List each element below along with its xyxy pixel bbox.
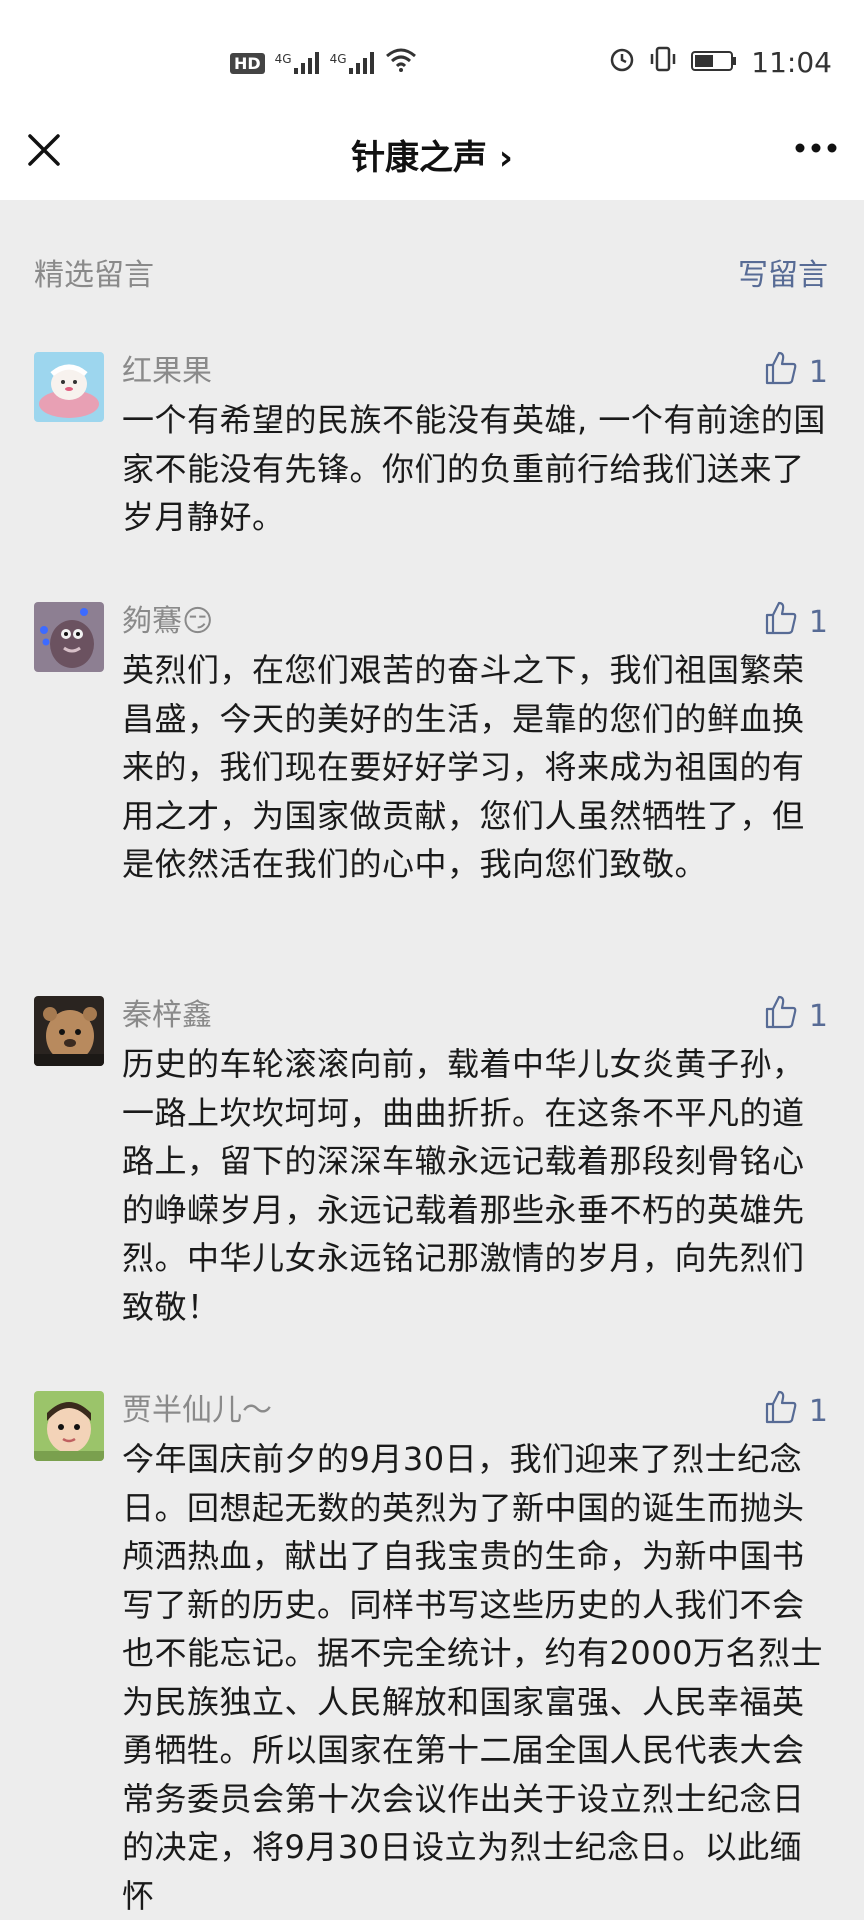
comment-item: 红果果 1 一个有希望的民族不能没有英雄, 一个有前途的国家不能没有先锋。你们的… — [0, 351, 864, 552]
thumbs-up-icon — [765, 351, 797, 393]
thumbs-up-icon — [765, 995, 797, 1037]
comment-author: 秦梓鑫 — [122, 998, 212, 1033]
comment-text: 历史的车轮滚滚向前，载着中华儿女炎黄子孙，一路上坎坎坷坷，曲曲折折。在这条不平凡… — [122, 1045, 805, 1326]
sim1-label: 4G — [274, 52, 292, 66]
write-comment-button[interactable]: 写留言 — [738, 250, 828, 294]
hd-badge: HD — [230, 52, 265, 74]
avatar[interactable] — [34, 996, 104, 1066]
comment-item: 贾半仙儿～ 1 今年国庆前夕的9月30日，我们迎来了烈士纪念日。回想起无数的英烈… — [0, 1390, 864, 1920]
featured-comments-label: 精选留言 — [34, 258, 154, 293]
thumbs-up-icon — [765, 1390, 797, 1432]
clock-time: 11:04 — [751, 46, 832, 79]
status-bar: HD 4G 4G 11:04 — [0, 0, 864, 120]
more-icon[interactable] — [794, 140, 838, 156]
like-count: 1 — [808, 998, 828, 1034]
avatar[interactable] — [34, 352, 104, 422]
like-button[interactable]: 1 — [765, 601, 828, 643]
comments-header: 精选留言 写留言 — [0, 200, 864, 340]
sim2-signal-icon: 4G — [330, 52, 375, 74]
comment-text: 英烈们，在您们艰苦的奋斗之下，我们祖国繁荣昌盛，今天的美好的生活，是靠的您们的鲜… — [122, 651, 805, 883]
page-title[interactable]: 针康之声 › — [0, 130, 864, 179]
comment-text: 一个有希望的民族不能没有英雄, 一个有前途的国家不能没有先锋。你们的负重前行给我… — [122, 401, 826, 536]
like-count: 1 — [808, 604, 828, 640]
sim2-label: 4G — [329, 52, 347, 66]
battery-icon — [691, 46, 737, 79]
sim1-signal-icon: 4G — [275, 52, 320, 74]
like-button[interactable]: 1 — [765, 351, 828, 393]
thumbs-up-icon — [765, 601, 797, 643]
nav-bar: 针康之声 › — [0, 120, 864, 200]
comment-item: 夠鶱😏 1 英烈们，在您们艰苦的奋斗之下，我们祖国繁荣昌盛，今天的美好的生活，是… — [0, 601, 864, 942]
comment-item: 秦梓鑫 1 历史的车轮滚滚向前，载着中华儿女炎黄子孙，一路上坎坎坷坷，曲曲折折。… — [0, 995, 864, 1336]
avatar[interactable] — [34, 602, 104, 672]
avatar[interactable] — [34, 1391, 104, 1461]
like-count: 1 — [808, 1393, 828, 1429]
comment-text: 今年国庆前夕的9月30日，我们迎来了烈士纪念日。回想起无数的英烈为了新中国的诞生… — [122, 1440, 823, 1915]
vibrate-icon — [649, 46, 677, 79]
status-right: 11:04 — [609, 46, 832, 79]
like-button[interactable]: 1 — [765, 1390, 828, 1432]
alarm-icon — [609, 46, 635, 79]
wifi-icon — [385, 48, 417, 78]
comment-author: 红果果 — [122, 354, 212, 389]
comment-author: 贾半仙儿～ — [122, 1393, 272, 1428]
like-count: 1 — [808, 354, 828, 390]
comment-author: 夠鶱😏 — [122, 604, 214, 639]
signal-group: HD 4G 4G — [230, 48, 417, 78]
like-button[interactable]: 1 — [765, 995, 828, 1037]
